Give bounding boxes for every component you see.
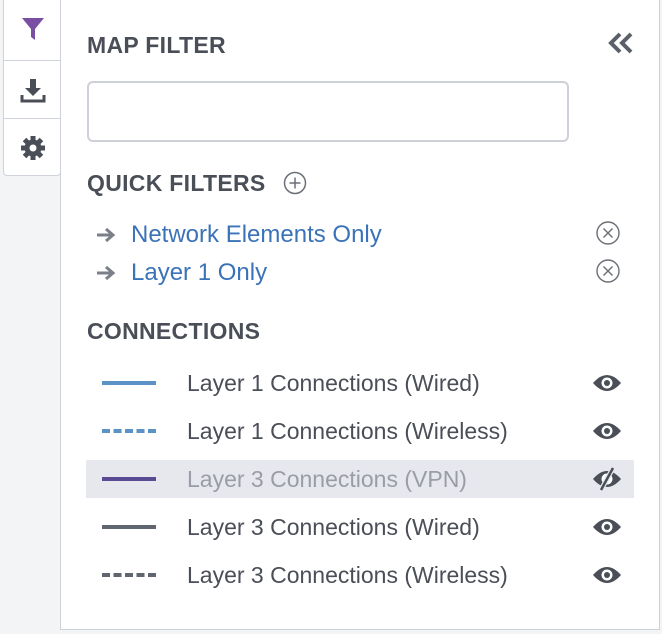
- line-swatch: [102, 525, 156, 529]
- quick-filters-heading: QUICK FILTERS: [87, 170, 266, 196]
- line-swatch: [102, 429, 156, 433]
- connection-label: Layer 3 Connections (Wired): [187, 513, 480, 540]
- connection-row[interactable]: Layer 1 Connections (Wired): [86, 364, 634, 402]
- filter-search-input[interactable]: [87, 81, 569, 142]
- connection-row[interactable]: Layer 3 Connections (Wireless): [86, 556, 634, 594]
- connection-label: Layer 3 Connections (Wireless): [187, 561, 508, 588]
- arrow-right-icon: [95, 263, 121, 283]
- download-icon: [20, 78, 45, 102]
- download-tool-button[interactable]: [4, 60, 61, 118]
- line-swatch: [102, 573, 156, 577]
- connection-row[interactable]: Layer 3 Connections (Wired): [86, 508, 634, 546]
- connection-row[interactable]: Layer 3 Connections (VPN): [86, 460, 634, 498]
- quick-filter-link[interactable]: Layer 1 Only: [131, 259, 267, 287]
- connections-heading: CONNECTIONS: [87, 318, 261, 344]
- quick-filter-item: Network Elements Only: [95, 217, 625, 253]
- panel-title: MAP FILTER: [87, 32, 226, 58]
- map-toolbar: [3, 0, 61, 176]
- filter-tool-button[interactable]: [4, 0, 61, 58]
- settings-tool-button[interactable]: [4, 118, 61, 176]
- add-quick-filter-icon[interactable]: [283, 171, 307, 195]
- eye-icon[interactable]: [591, 563, 623, 587]
- gear-icon: [20, 135, 45, 160]
- remove-circle-icon[interactable]: [595, 220, 621, 246]
- connection-label: Layer 1 Connections (Wired): [187, 369, 480, 396]
- arrow-right-icon: [95, 225, 121, 245]
- line-swatch: [102, 381, 156, 385]
- line-swatch: [102, 477, 156, 481]
- connection-label: Layer 3 Connections (VPN): [187, 465, 467, 492]
- map-filter-panel: MAP FILTER QUICK FILTERS Network Element…: [60, 0, 660, 630]
- double-chevron-left-icon: [608, 32, 633, 54]
- eye-icon[interactable]: [591, 419, 623, 443]
- quick-filter-link[interactable]: Network Elements Only: [131, 221, 382, 249]
- eye-slash-icon[interactable]: [591, 467, 623, 491]
- connection-row[interactable]: Layer 1 Connections (Wireless): [86, 412, 634, 450]
- eye-icon[interactable]: [591, 515, 623, 539]
- connection-label: Layer 1 Connections (Wireless): [187, 417, 508, 444]
- filter-icon: [21, 18, 44, 40]
- collapse-panel-button[interactable]: [606, 28, 636, 58]
- remove-circle-icon[interactable]: [595, 258, 621, 284]
- quick-filter-item: Layer 1 Only: [95, 255, 625, 291]
- eye-icon[interactable]: [591, 371, 623, 395]
